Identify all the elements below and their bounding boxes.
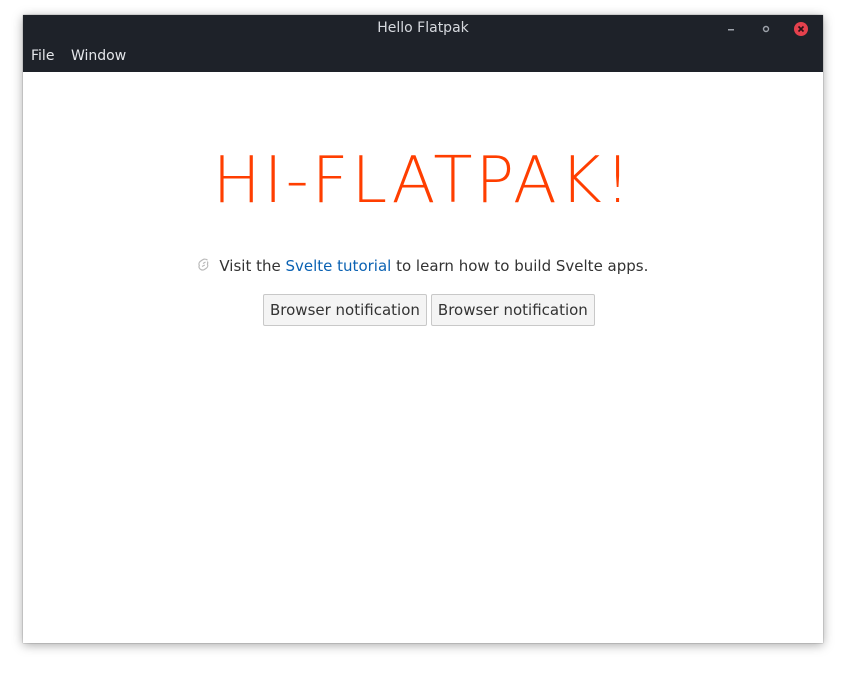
browser-notification-button-2[interactable]: Browser notification [430, 294, 595, 326]
svelte-logo-icon [197, 258, 208, 271]
svelte-tutorial-link[interactable]: Svelte tutorial [286, 257, 392, 275]
maximize-button[interactable] [758, 21, 774, 37]
app-window: Hello Flatpak File Window HI-FLATPAK! Vi… [23, 15, 823, 643]
close-icon [794, 22, 808, 36]
maximize-icon [762, 25, 770, 33]
page-heading: HI-FLATPAK! [212, 144, 634, 218]
menu-file[interactable]: File [31, 48, 54, 64]
main-content: HI-FLATPAK! Visit the Svelte tutorial to… [23, 72, 823, 643]
minimize-icon [728, 29, 734, 31]
tutorial-tip: Visit the Svelte tutorial to learn how t… [23, 257, 823, 275]
title-bar[interactable]: Hello Flatpak [23, 15, 823, 43]
tip-suffix: to learn how to build Svelte apps. [391, 257, 649, 275]
minimize-button[interactable] [723, 21, 739, 37]
menu-window[interactable]: Window [71, 48, 126, 64]
window-title: Hello Flatpak [377, 20, 469, 36]
tip-prefix: Visit the [219, 257, 286, 275]
browser-notification-button-1[interactable]: Browser notification [263, 294, 427, 326]
button-row: Browser notification Browser notificatio… [263, 294, 595, 326]
close-button[interactable] [793, 21, 809, 37]
menu-bar: File Window [23, 43, 823, 72]
